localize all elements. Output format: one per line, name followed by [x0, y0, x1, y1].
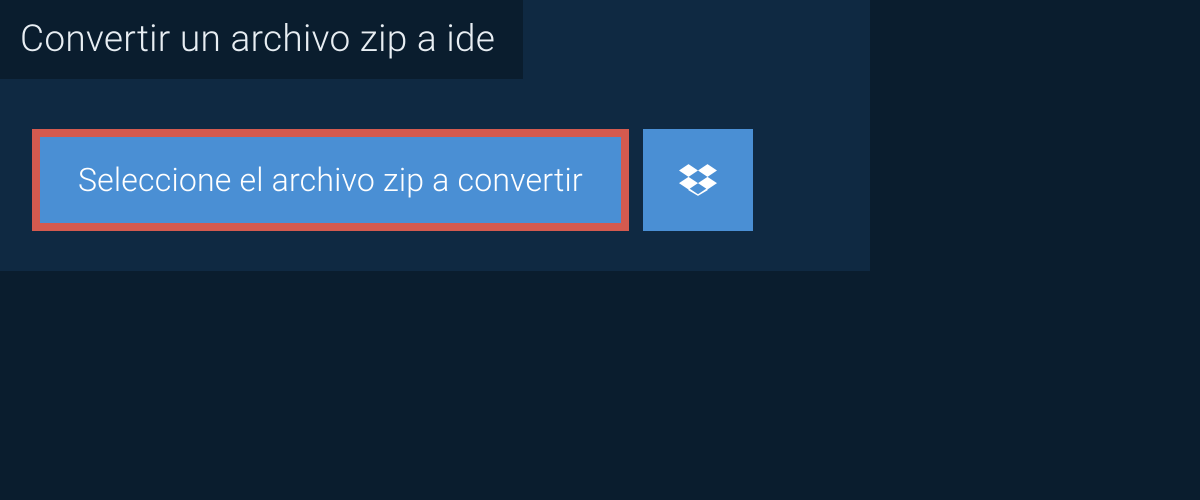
select-file-label: Seleccione el archivo zip a convertir: [78, 161, 583, 199]
dropbox-button[interactable]: [643, 129, 753, 231]
dropbox-icon: [679, 161, 717, 199]
title-bar: Convertir un archivo zip a ide: [0, 0, 523, 79]
page-title: Convertir un archivo zip a ide: [20, 18, 495, 61]
converter-panel: Convertir un archivo zip a ide Seleccion…: [0, 0, 870, 271]
button-row: Seleccione el archivo zip a convertir: [0, 79, 870, 231]
select-file-button[interactable]: Seleccione el archivo zip a convertir: [32, 129, 629, 231]
